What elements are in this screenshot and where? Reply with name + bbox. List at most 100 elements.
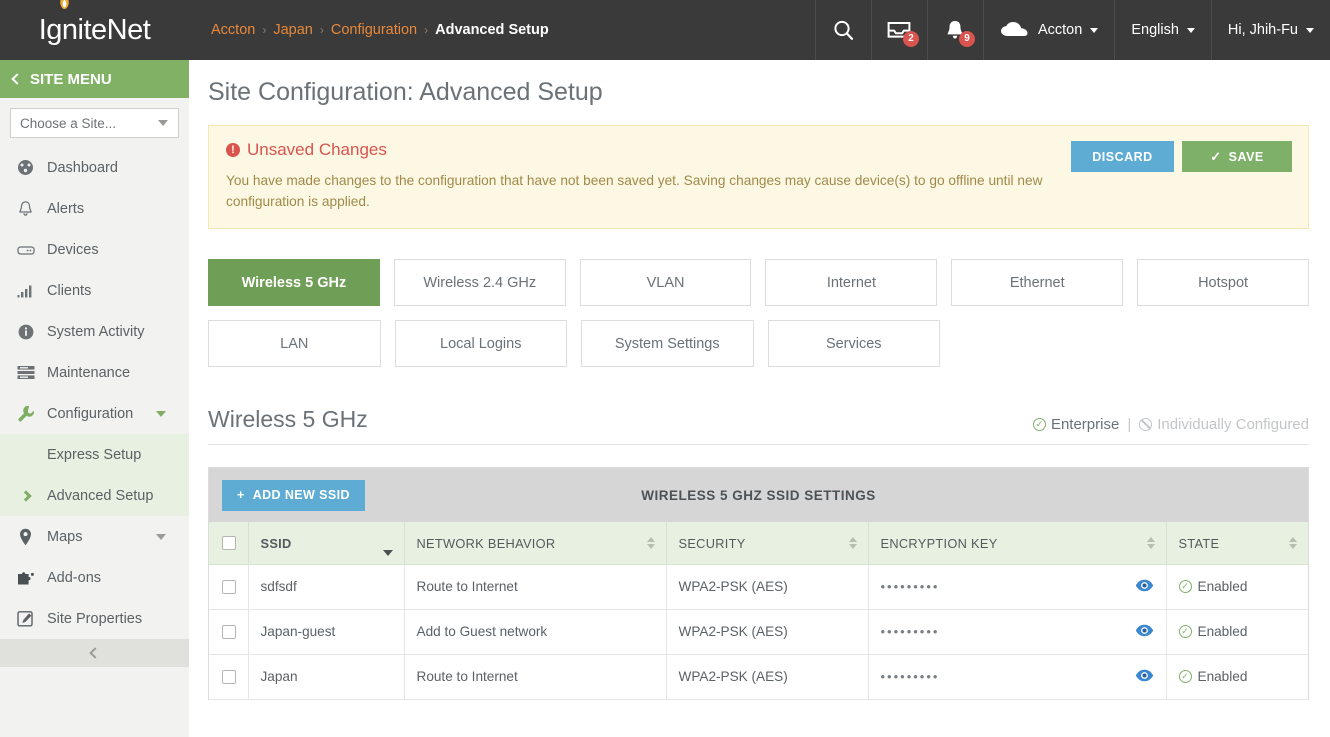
edit-square-icon <box>16 610 35 627</box>
save-button-label: SAVE <box>1229 150 1264 164</box>
organization-dropdown[interactable]: Accton <box>983 0 1114 60</box>
tab-services[interactable]: Services <box>768 320 941 367</box>
search-icon <box>832 19 855 42</box>
sidebar-item-configuration[interactable]: Configuration <box>0 393 189 434</box>
alert-actions: DISCARD ✓ SAVE <box>1071 141 1292 172</box>
breadcrumb-item-japan[interactable]: Japan <box>273 22 313 38</box>
chevron-down-icon <box>156 534 166 540</box>
sidebar-item-label: Maintenance <box>47 365 130 381</box>
encryption-key-masked: ••••••••• <box>881 669 940 684</box>
site-menu-header[interactable]: SITE MENU <box>0 60 189 98</box>
tab-wireless-5ghz[interactable]: Wireless 5 GHz <box>208 259 380 306</box>
cell-encryption-key: ••••••••• <box>868 654 1166 699</box>
breadcrumb-item-accton[interactable]: Accton <box>211 22 255 38</box>
table-row[interactable]: Japan Route to Internet WPA2-PSK (AES) •… <box>209 654 1308 699</box>
check-circle-icon: ✓ <box>1033 418 1046 431</box>
sidebar-item-label: Add-ons <box>47 570 101 586</box>
info-circle-icon <box>16 324 35 340</box>
tab-local-logins[interactable]: Local Logins <box>395 320 568 367</box>
select-all-checkbox[interactable] <box>222 536 236 550</box>
sidebar-item-system-activity[interactable]: System Activity <box>0 311 189 352</box>
sidebar-item-label: Configuration <box>47 406 133 422</box>
column-header-ssid[interactable]: SSID <box>248 522 404 564</box>
sidebar-item-alerts[interactable]: Alerts <box>0 188 189 229</box>
sidebar-item-site-properties[interactable]: Site Properties <box>0 598 189 639</box>
mode-individually-configured[interactable]: Individually Configured <box>1139 416 1309 433</box>
organization-label: Accton <box>1038 22 1082 38</box>
alerts-button[interactable]: 9 <box>927 0 983 60</box>
page-title: Site Configuration: Advanced Setup <box>208 78 1309 107</box>
mode-enterprise[interactable]: ✓ Enterprise <box>1033 416 1119 433</box>
inbox-button[interactable]: 2 <box>871 0 927 60</box>
column-header-state[interactable]: STATE <box>1166 522 1308 564</box>
tab-wireless-24ghz[interactable]: Wireless 2.4 GHz <box>394 259 566 306</box>
table-row[interactable]: Japan-guest Add to Guest network WPA2-PS… <box>209 609 1308 654</box>
device-icon <box>16 243 35 257</box>
chevron-down-icon <box>158 120 168 126</box>
ssid-table-head: SSID NETWORK BEHAVIOR SECURITY ENCRYPTIO… <box>209 522 1308 564</box>
tab-system-settings[interactable]: System Settings <box>581 320 754 367</box>
column-header-security[interactable]: SECURITY <box>666 522 868 564</box>
sidebar-item-clients[interactable]: Clients <box>0 270 189 311</box>
row-select-cell[interactable] <box>209 609 248 654</box>
sidebar-item-dashboard[interactable]: Dashboard <box>0 147 189 188</box>
user-menu-dropdown[interactable]: Hi, Jhih-Fu <box>1211 0 1330 60</box>
flame-icon <box>59 0 70 9</box>
sidebar-item-label: Maps <box>47 529 82 545</box>
reveal-password-eye-icon[interactable] <box>1135 669 1154 685</box>
column-header-network-behavior[interactable]: NETWORK BEHAVIOR <box>404 522 666 564</box>
breadcrumb-item-advanced-setup: Advanced Setup <box>435 22 549 38</box>
cell-ssid: sdfsdf <box>248 564 404 609</box>
check-icon: ✓ <box>1210 149 1221 165</box>
tab-vlan[interactable]: VLAN <box>580 259 752 306</box>
column-header-label: SSID <box>261 536 292 551</box>
brand-logo-text: IgniteNet <box>39 14 151 47</box>
row-checkbox[interactable] <box>222 625 236 639</box>
row-checkbox[interactable] <box>222 580 236 594</box>
sidebar-item-label: System Activity <box>47 324 145 340</box>
tab-internet[interactable]: Internet <box>765 259 937 306</box>
sidebar-item-maps[interactable]: Maps <box>0 516 189 557</box>
chevron-left-icon <box>89 647 100 658</box>
breadcrumb-item-configuration[interactable]: Configuration <box>331 22 417 38</box>
table-header-row: SSID NETWORK BEHAVIOR SECURITY ENCRYPTIO… <box>209 522 1308 564</box>
sidebar-item-devices[interactable]: Devices <box>0 229 189 270</box>
site-select-dropdown[interactable]: Choose a Site... <box>10 108 179 138</box>
sidebar: SITE MENU Choose a Site... Dashboard Ale… <box>0 60 189 737</box>
save-button[interactable]: ✓ SAVE <box>1182 141 1292 172</box>
row-select-cell[interactable] <box>209 564 248 609</box>
search-button[interactable] <box>815 0 871 60</box>
add-new-ssid-button[interactable]: + ADD NEW SSID <box>222 480 365 511</box>
tab-ethernet[interactable]: Ethernet <box>951 259 1123 306</box>
cell-security: WPA2-PSK (AES) <box>666 654 868 699</box>
sidebar-item-add-ons[interactable]: Add-ons <box>0 557 189 598</box>
tab-lan[interactable]: LAN <box>208 320 381 367</box>
brand-logo[interactable]: IgniteNet <box>0 0 189 60</box>
ssid-settings-panel: + ADD NEW SSID WIRELESS 5 GHZ SSID SETTI… <box>208 467 1309 700</box>
chevron-down-icon <box>156 411 166 417</box>
site-select-value: Choose a Site... <box>20 116 116 131</box>
sort-icon <box>647 537 655 549</box>
row-checkbox[interactable] <box>222 670 236 684</box>
reveal-password-eye-icon[interactable] <box>1135 579 1154 595</box>
select-all-header[interactable] <box>209 522 248 564</box>
sidebar-item-label: Alerts <box>47 201 84 217</box>
sidebar-collapse-button[interactable] <box>0 639 189 667</box>
sidebar-item-express-setup[interactable]: Express Setup <box>0 434 189 475</box>
slash-circle-icon <box>1139 418 1152 431</box>
cell-network-behavior: Route to Internet <box>404 564 666 609</box>
discard-button[interactable]: DISCARD <box>1071 141 1174 172</box>
tab-hotspot[interactable]: Hotspot <box>1137 259 1309 306</box>
sidebar-item-maintenance[interactable]: Maintenance <box>0 352 189 393</box>
state-label: Enabled <box>1198 579 1248 594</box>
row-select-cell[interactable] <box>209 654 248 699</box>
reveal-password-eye-icon[interactable] <box>1135 624 1154 640</box>
column-header-encryption-key[interactable]: ENCRYPTION KEY <box>868 522 1166 564</box>
language-dropdown[interactable]: English <box>1114 0 1211 60</box>
bar-chart-icon <box>16 283 35 298</box>
table-row[interactable]: sdfsdf Route to Internet WPA2-PSK (AES) … <box>209 564 1308 609</box>
sidebar-item-advanced-setup[interactable]: Advanced Setup <box>0 475 189 516</box>
cell-state: ✓ Enabled <box>1166 654 1308 699</box>
column-header-label: STATE <box>1179 536 1220 551</box>
cell-state: ✓ Enabled <box>1166 609 1308 654</box>
